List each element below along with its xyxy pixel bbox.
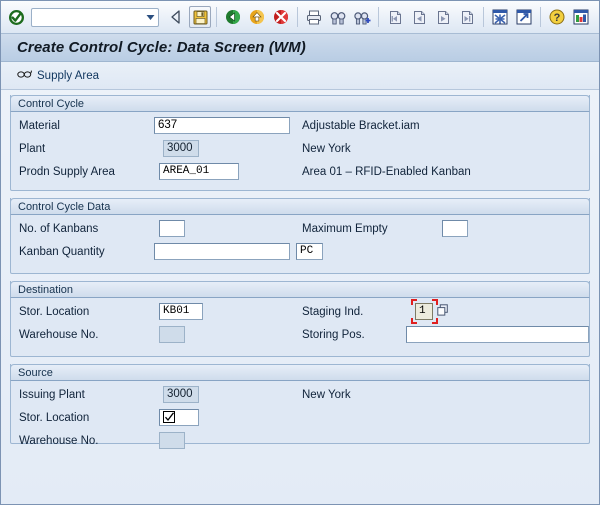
plant-description: New York: [302, 143, 351, 155]
find-next-icon[interactable]: [351, 6, 373, 28]
dest-warehouse-no-label: Warehouse No.: [19, 329, 98, 341]
prodn-supply-area-description: Area 01 – RFID-Enabled Kanban: [302, 166, 471, 178]
section-control-cycle: Control Cycle Material 637 Adjustable Br…: [10, 95, 590, 191]
previous-page-icon[interactable]: [408, 6, 430, 28]
cancel-globe-icon[interactable]: [270, 6, 292, 28]
toolbar-separator: [483, 7, 484, 27]
section-title: Control Cycle Data: [18, 201, 110, 213]
command-dropdown-icon[interactable]: [143, 9, 158, 26]
staging-ind-label: Staging Ind.: [302, 306, 363, 318]
dest-stor-location-label: Stor. Location: [19, 306, 89, 318]
section-title: Source: [18, 367, 53, 379]
section-body: No. of Kanbans Maximum Empty Kanban Quan…: [11, 215, 589, 273]
no-of-kanbans-label: No. of Kanbans: [19, 223, 98, 235]
source-warehouse-no-value: [159, 432, 185, 449]
toolbar-separator: [540, 7, 541, 27]
maximum-empty-label: Maximum Empty: [302, 223, 388, 235]
issuing-plant-label: Issuing Plant: [19, 389, 85, 401]
page-title: Create Control Cycle: Data Screen (WM): [17, 39, 306, 56]
plant-label: Plant: [19, 143, 45, 155]
section-header: Source: [10, 364, 590, 381]
section-source: Source Issuing Plant 3000 New York Stor.…: [10, 364, 590, 444]
issuing-plant-description: New York: [302, 389, 351, 401]
staging-ind-input[interactable]: 1: [415, 303, 433, 320]
storing-pos-label: Storing Pos.: [302, 329, 365, 341]
checkbox-cursor-icon: [163, 411, 176, 427]
section-destination: Destination Stor. Location KB01 Staging …: [10, 281, 590, 357]
dest-stor-location-input[interactable]: KB01: [159, 303, 203, 320]
command-input[interactable]: [32, 9, 143, 26]
screen-title-bar: Create Control Cycle: Data Screen (WM): [1, 34, 599, 62]
search-help-icon[interactable]: [436, 303, 449, 317]
customize-layout-icon[interactable]: [570, 6, 592, 28]
source-stor-location-label: Stor. Location: [19, 412, 89, 424]
toolbar-separator: [378, 7, 379, 27]
plant-value: 3000: [163, 140, 199, 157]
material-description: Adjustable Bracket.iam: [302, 120, 420, 132]
glasses-icon: [17, 69, 32, 83]
save-icon[interactable]: [189, 6, 211, 28]
section-header: Control Cycle Data: [10, 198, 590, 215]
sap-gui-window: ? Create Control Cycle: Data Screen (WM): [0, 0, 600, 505]
print-icon[interactable]: [303, 6, 325, 28]
kanban-quantity-label: Kanban Quantity: [19, 246, 105, 258]
first-page-icon[interactable]: [384, 6, 406, 28]
material-label: Material: [19, 120, 60, 132]
storing-pos-input[interactable]: [406, 326, 589, 343]
next-page-icon[interactable]: [432, 6, 454, 28]
section-body: Issuing Plant 3000 New York Stor. Locati…: [11, 381, 589, 443]
exit-globe-icon[interactable]: [246, 6, 268, 28]
enter-check-icon[interactable]: [5, 6, 27, 28]
kanban-quantity-input[interactable]: [154, 243, 290, 260]
issuing-plant-value: 3000: [163, 386, 199, 403]
prodn-supply-area-label: Prodn Supply Area: [19, 166, 115, 178]
maximum-empty-input[interactable]: [442, 220, 468, 237]
kanban-unit-input[interactable]: PC: [296, 243, 323, 260]
svg-text:?: ?: [554, 12, 561, 24]
create-session-icon[interactable]: [489, 6, 511, 28]
no-of-kanbans-input[interactable]: [159, 220, 185, 237]
help-icon[interactable]: ?: [546, 6, 568, 28]
screen-content: Control Cycle Material 637 Adjustable Br…: [1, 90, 599, 444]
source-warehouse-no-label: Warehouse No.: [19, 435, 98, 447]
back-globe-icon[interactable]: [222, 6, 244, 28]
create-shortcut-icon[interactable]: [513, 6, 535, 28]
section-title: Control Cycle: [18, 98, 84, 110]
command-field[interactable]: [31, 8, 159, 27]
section-body: Material 637 Adjustable Bracket.iam Plan…: [11, 112, 589, 190]
find-icon[interactable]: [327, 6, 349, 28]
supply-area-button[interactable]: Supply Area: [14, 66, 105, 86]
section-header: Destination: [10, 281, 590, 298]
back-triangle-icon[interactable]: [165, 6, 187, 28]
last-page-icon[interactable]: [456, 6, 478, 28]
section-title: Destination: [18, 284, 73, 296]
section-body: Stor. Location KB01 Staging Ind. 1 Wareh…: [11, 298, 589, 356]
toolbar-separator: [216, 7, 217, 27]
material-input[interactable]: 637: [154, 117, 290, 134]
system-toolbar: ?: [1, 1, 599, 34]
toolbar-separator: [297, 7, 298, 27]
application-toolbar: Supply Area: [1, 62, 599, 90]
supply-area-label: Supply Area: [37, 70, 99, 82]
prodn-supply-area-input[interactable]: AREA_01: [159, 163, 239, 180]
section-header: Control Cycle: [10, 95, 590, 112]
section-control-cycle-data: Control Cycle Data No. of Kanbans Maximu…: [10, 198, 590, 274]
dest-warehouse-no-value: [159, 326, 185, 343]
